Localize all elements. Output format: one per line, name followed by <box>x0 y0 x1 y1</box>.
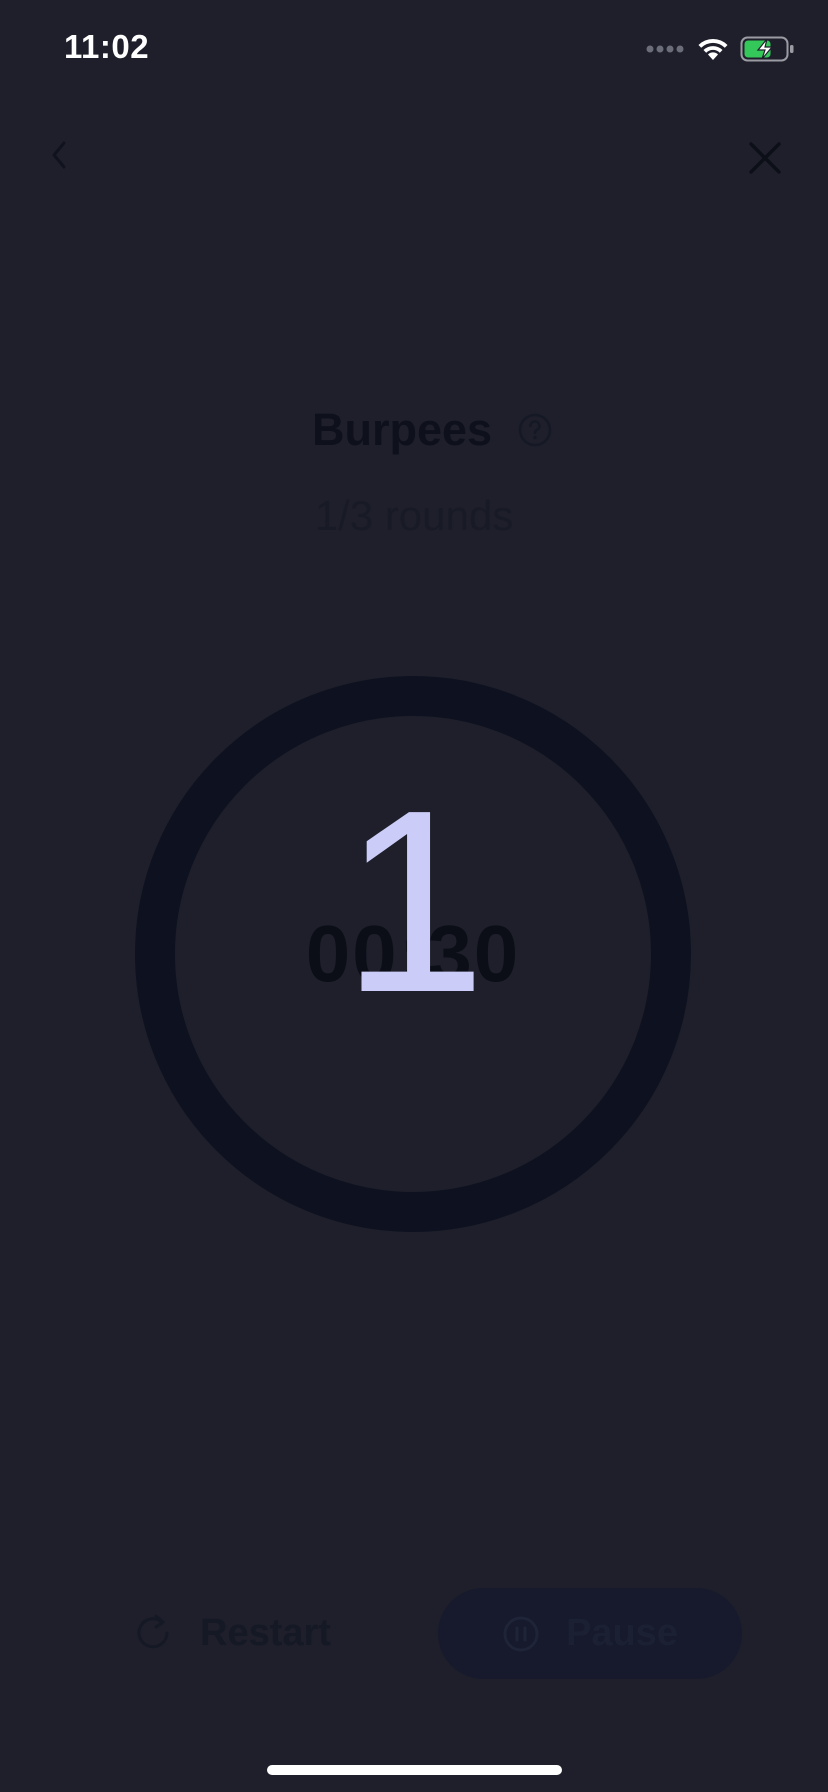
countdown-number: 1 <box>341 757 487 1047</box>
close-icon[interactable] <box>745 138 785 178</box>
exercise-title-row: Burpees <box>0 404 828 456</box>
workout-timer-screen: 11:02 Burpees 1/3 rounds 00:30 1 Restart… <box>0 0 828 1792</box>
restart-button[interactable]: Restart <box>132 1588 331 1678</box>
pause-button[interactable]: Pause <box>438 1588 742 1679</box>
pause-circle-icon <box>503 1616 539 1651</box>
status-time: 11:02 <box>64 28 150 65</box>
restart-label: Restart <box>200 1611 331 1654</box>
exercise-title: Burpees <box>311 404 493 455</box>
signal-dots-icon <box>646 45 684 53</box>
restart-icon <box>137 1614 169 1649</box>
rounds-progress: 1/3 rounds <box>314 492 514 539</box>
home-indicator[interactable] <box>267 1765 562 1775</box>
status-icons <box>646 34 796 64</box>
chevron-left-icon[interactable] <box>40 135 80 175</box>
battery-charging-icon <box>740 36 794 62</box>
wifi-icon <box>698 38 728 60</box>
question-circle-icon[interactable] <box>518 413 552 447</box>
pause-label: Pause <box>566 1612 678 1654</box>
